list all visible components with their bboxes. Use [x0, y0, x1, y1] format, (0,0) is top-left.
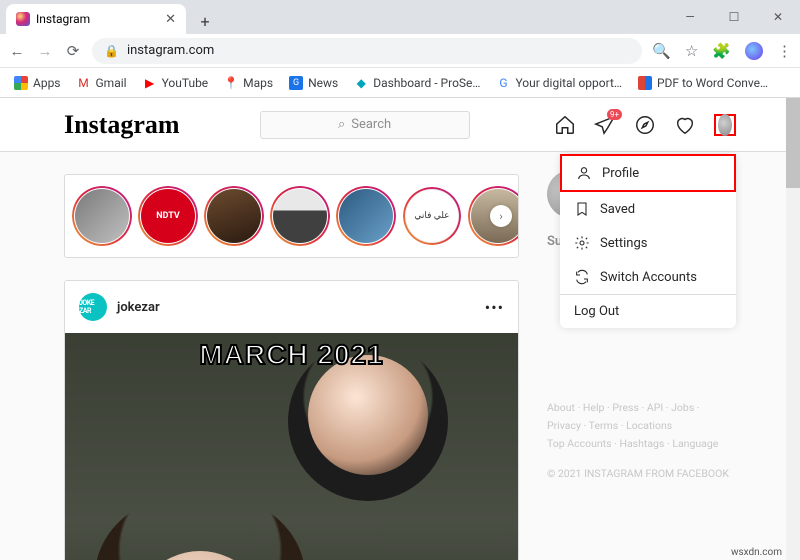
stories-tray: NDTV علي فاني › [64, 174, 519, 258]
story-item[interactable]: NDTV [141, 189, 195, 243]
youtube-icon: ▶ [143, 76, 157, 90]
new-tab-button[interactable]: + [192, 8, 218, 34]
search-icon: ⌕ [338, 117, 345, 132]
browser-titlebar: Instagram ✕ + — ☐ ✕ [0, 0, 800, 34]
profile-icon [576, 165, 592, 181]
window-controls: — ☐ ✕ [668, 0, 800, 34]
story-item[interactable] [273, 189, 327, 243]
ig-logo[interactable]: Instagram [64, 110, 180, 140]
menu-logout[interactable]: Log Out [560, 295, 736, 328]
post-username[interactable]: jokezar [117, 300, 160, 315]
feed-post: JOKE ZAR jokezar ••• MARCH 2021 ME STILL… [64, 280, 519, 560]
browser-toolbar: ← → ⟳ 🔒 instagram.com 🔍 ☆ 🧩 ⋮ [0, 34, 800, 68]
footer-link[interactable]: Locations [626, 419, 672, 432]
news-icon: G [289, 76, 303, 90]
bookmarks-bar: Apps MGmail ▶YouTube 📍Maps GNews ◆Dashbo… [0, 68, 800, 98]
profile-avatar-button[interactable] [714, 114, 736, 136]
nav-forward-icon[interactable]: → [36, 42, 54, 60]
explore-icon[interactable] [634, 114, 656, 136]
menu-profile[interactable]: Profile [560, 154, 736, 192]
bookmark-dashboard[interactable]: ◆Dashboard - ProSe… [348, 73, 486, 93]
nav-reload-icon[interactable]: ⟳ [64, 42, 82, 60]
browser-tab[interactable]: Instagram ✕ [6, 4, 186, 34]
footer-link[interactable]: Hashtags [619, 437, 672, 450]
bookmark-youtube[interactable]: ▶YouTube [137, 73, 215, 93]
extensions-icon[interactable]: 🧩 [712, 42, 731, 60]
activity-icon[interactable] [674, 114, 696, 136]
ig-nav: 9+ [554, 114, 736, 136]
post-image[interactable]: MARCH 2021 ME STILL PROCESSING MARCH 202… [65, 333, 518, 560]
bookmark-news[interactable]: GNews [283, 73, 344, 93]
footer-link[interactable]: Help [583, 401, 612, 414]
bookmark-star-icon[interactable]: ☆ [685, 42, 698, 60]
dashboard-icon: ◆ [354, 76, 368, 90]
bookmark-google[interactable]: GYour digital opport… [490, 73, 628, 93]
chrome-menu-icon[interactable]: ⋮ [777, 42, 792, 60]
footer-link[interactable]: Terms [589, 419, 626, 432]
meme-figure [95, 491, 305, 560]
menu-settings[interactable]: Settings [560, 226, 736, 260]
switch-icon [574, 269, 590, 285]
story-item[interactable]: علي فاني [405, 189, 459, 243]
bookmark-maps[interactable]: 📍Maps [218, 73, 279, 93]
menu-switch-accounts[interactable]: Switch Accounts [560, 260, 736, 294]
window-close-button[interactable]: ✕ [756, 0, 800, 34]
post-header: JOKE ZAR jokezar ••• [65, 281, 518, 333]
meme-text-top: MARCH 2021 [65, 339, 518, 371]
window-minimize-button[interactable]: — [668, 0, 712, 34]
bookmark-gmail[interactable]: MGmail [71, 73, 133, 93]
footer-link[interactable]: Jobs [671, 401, 699, 414]
watermark-text: wsxdn.com [731, 547, 782, 558]
window-maximize-button[interactable]: ☐ [712, 0, 756, 34]
tab-title: Instagram [36, 12, 159, 26]
address-bar[interactable]: 🔒 instagram.com [92, 38, 642, 64]
pdf-icon [638, 76, 652, 90]
maps-icon: 📍 [224, 76, 238, 90]
gear-icon [574, 235, 590, 251]
post-avatar[interactable]: JOKE ZAR [79, 293, 107, 321]
story-item[interactable] [207, 189, 261, 243]
ig-search-input[interactable]: ⌕ Search [260, 111, 470, 139]
page-viewport: Instagram ⌕ Search 9+ NDTV علي فاني › [0, 98, 800, 560]
menu-saved[interactable]: Saved [560, 192, 736, 226]
apps-icon [14, 76, 28, 90]
story-item[interactable] [339, 189, 393, 243]
messages-icon[interactable]: 9+ [594, 114, 616, 136]
stories-next-icon[interactable]: › [490, 205, 512, 227]
footer-links: AboutHelpPressAPIJobs PrivacyTermsLocatio… [547, 399, 736, 453]
extension-area: 🔍 ☆ 🧩 ⋮ [652, 42, 792, 60]
url-text: instagram.com [127, 43, 214, 58]
messages-badge: 9+ [607, 109, 622, 120]
footer-link[interactable]: Top Accounts [547, 437, 619, 450]
footer-link[interactable]: About [547, 401, 583, 414]
copyright-text: © 2021 INSTAGRAM FROM FACEBOOK [547, 467, 736, 480]
gmail-icon: M [77, 76, 91, 90]
post-more-icon[interactable]: ••• [485, 298, 504, 317]
tab-favicon [16, 12, 30, 26]
nav-back-icon[interactable]: ← [8, 42, 26, 60]
tab-close-icon[interactable]: ✕ [165, 12, 176, 27]
google-icon: G [496, 76, 510, 90]
meme-figure [308, 355, 428, 475]
chrome-profile-avatar[interactable] [745, 42, 763, 60]
bookmark-pdf[interactable]: PDF to Word Conve… [632, 73, 774, 93]
scrollbar-thumb[interactable] [786, 98, 800, 188]
footer-link[interactable]: Press [612, 401, 646, 414]
bookmark-apps[interactable]: Apps [8, 73, 67, 93]
story-item[interactable] [75, 189, 129, 243]
footer-link[interactable]: Privacy [547, 419, 589, 432]
lock-icon: 🔒 [104, 44, 119, 58]
footer-link[interactable]: Language [672, 437, 718, 450]
bookmark-icon [574, 201, 590, 217]
feed-column: NDTV علي فاني › JOKE ZAR jokezar ••• [64, 152, 519, 560]
search-placeholder: Search [351, 117, 391, 132]
profile-dropdown: Profile Saved Settings Switch Accounts L… [560, 154, 736, 328]
ig-header: Instagram ⌕ Search 9+ [0, 98, 800, 152]
page-search-icon[interactable]: 🔍 [652, 42, 671, 60]
avatar-icon [718, 114, 732, 136]
footer-link[interactable]: API [647, 401, 671, 414]
home-icon[interactable] [554, 114, 576, 136]
page-scrollbar[interactable] [786, 98, 800, 560]
